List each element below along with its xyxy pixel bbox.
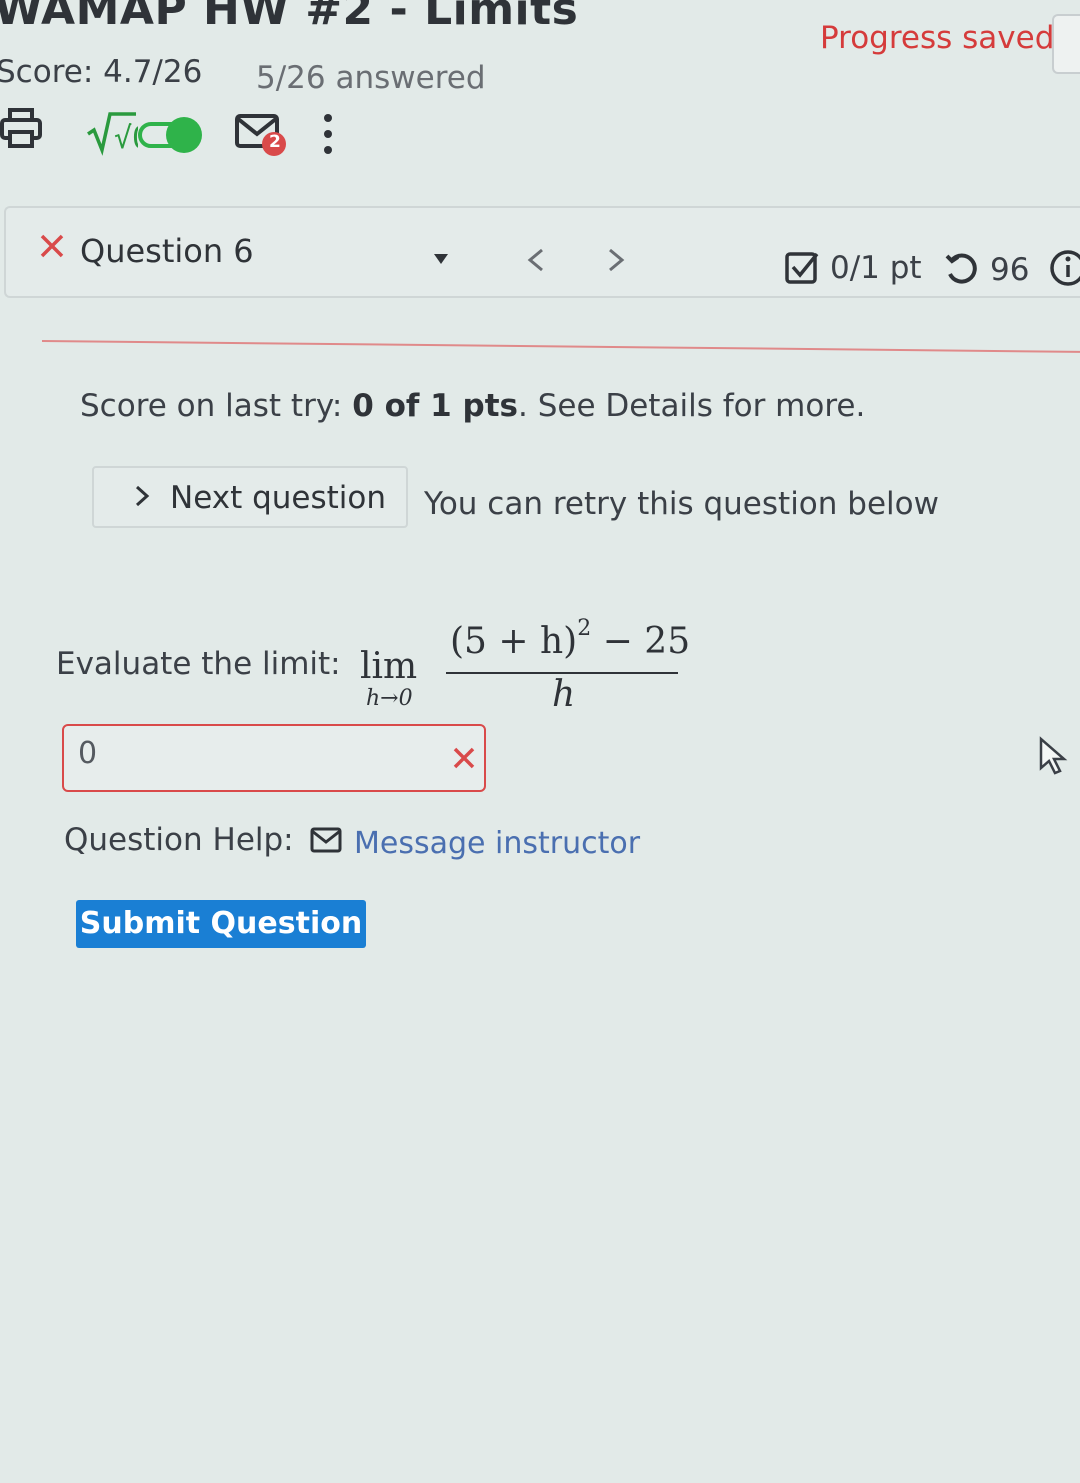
- feedback-score: 0 of 1 pts: [352, 388, 518, 424]
- header-button[interactable]: [1052, 14, 1080, 74]
- sqrt-icon[interactable]: √0: [86, 108, 138, 156]
- mouse-cursor-icon: [1038, 736, 1068, 780]
- answer-input[interactable]: [62, 724, 486, 792]
- divider: [41, 340, 1080, 353]
- last-try-feedback: Score on last try: 0 of 1 pts. See Detai…: [80, 388, 865, 424]
- checkbox-icon: [784, 250, 820, 290]
- answered-count: 5/26 answered: [256, 60, 486, 96]
- info-icon[interactable]: [1048, 248, 1080, 292]
- messages-icon[interactable]: 2: [234, 112, 294, 162]
- envelope-icon[interactable]: [310, 826, 344, 858]
- numerator-tail: − 25: [591, 621, 691, 662]
- dropdown-caret-icon[interactable]: [434, 254, 448, 264]
- numerator-base: (5 + h): [450, 621, 578, 662]
- printer-icon[interactable]: [0, 106, 46, 152]
- progress-status: Progress saved: [820, 20, 1055, 56]
- next-question-icon[interactable]: [604, 246, 628, 278]
- answer-value[interactable]: 0: [78, 736, 97, 771]
- previous-question-icon[interactable]: [524, 246, 548, 278]
- message-count-badge: 2: [269, 132, 281, 152]
- assignment-title: WAMAP HW #2 - Limits: [0, 0, 579, 35]
- feedback-suffix: . See Details for more.: [517, 388, 866, 424]
- limit-subscript: h→0: [366, 686, 413, 711]
- next-question-label[interactable]: Next question: [170, 480, 386, 516]
- feedback-prefix: Score on last try:: [80, 388, 353, 424]
- retry-note: You can retry this question below: [424, 486, 939, 522]
- more-vertical-icon[interactable]: [318, 112, 338, 160]
- message-instructor-link[interactable]: Message instructor: [354, 826, 640, 861]
- limit-operator: lim: [360, 646, 418, 687]
- assignment-score: Score: 4.7/26: [0, 54, 203, 90]
- chevron-right-icon: [132, 484, 152, 512]
- tries-remaining: 96: [990, 252, 1030, 288]
- question-prompt: Evaluate the limit:: [56, 646, 341, 682]
- x-icon: [38, 232, 66, 264]
- sqrt-label: √0: [114, 121, 138, 156]
- fraction-numerator: (5 + h)2 − 25: [450, 616, 690, 662]
- numerator-exponent: 2: [577, 616, 592, 641]
- retry-icon: [944, 252, 980, 292]
- question-points: 0/1 pt: [830, 250, 922, 286]
- fraction-denominator: h: [552, 674, 576, 715]
- submit-question-button[interactable]: Submit Question: [76, 900, 366, 948]
- math-entry-toggle[interactable]: [138, 116, 204, 154]
- question-help-label: Question Help:: [64, 822, 294, 858]
- question-selector[interactable]: Question 6: [80, 232, 254, 270]
- incorrect-x-icon: [452, 746, 476, 774]
